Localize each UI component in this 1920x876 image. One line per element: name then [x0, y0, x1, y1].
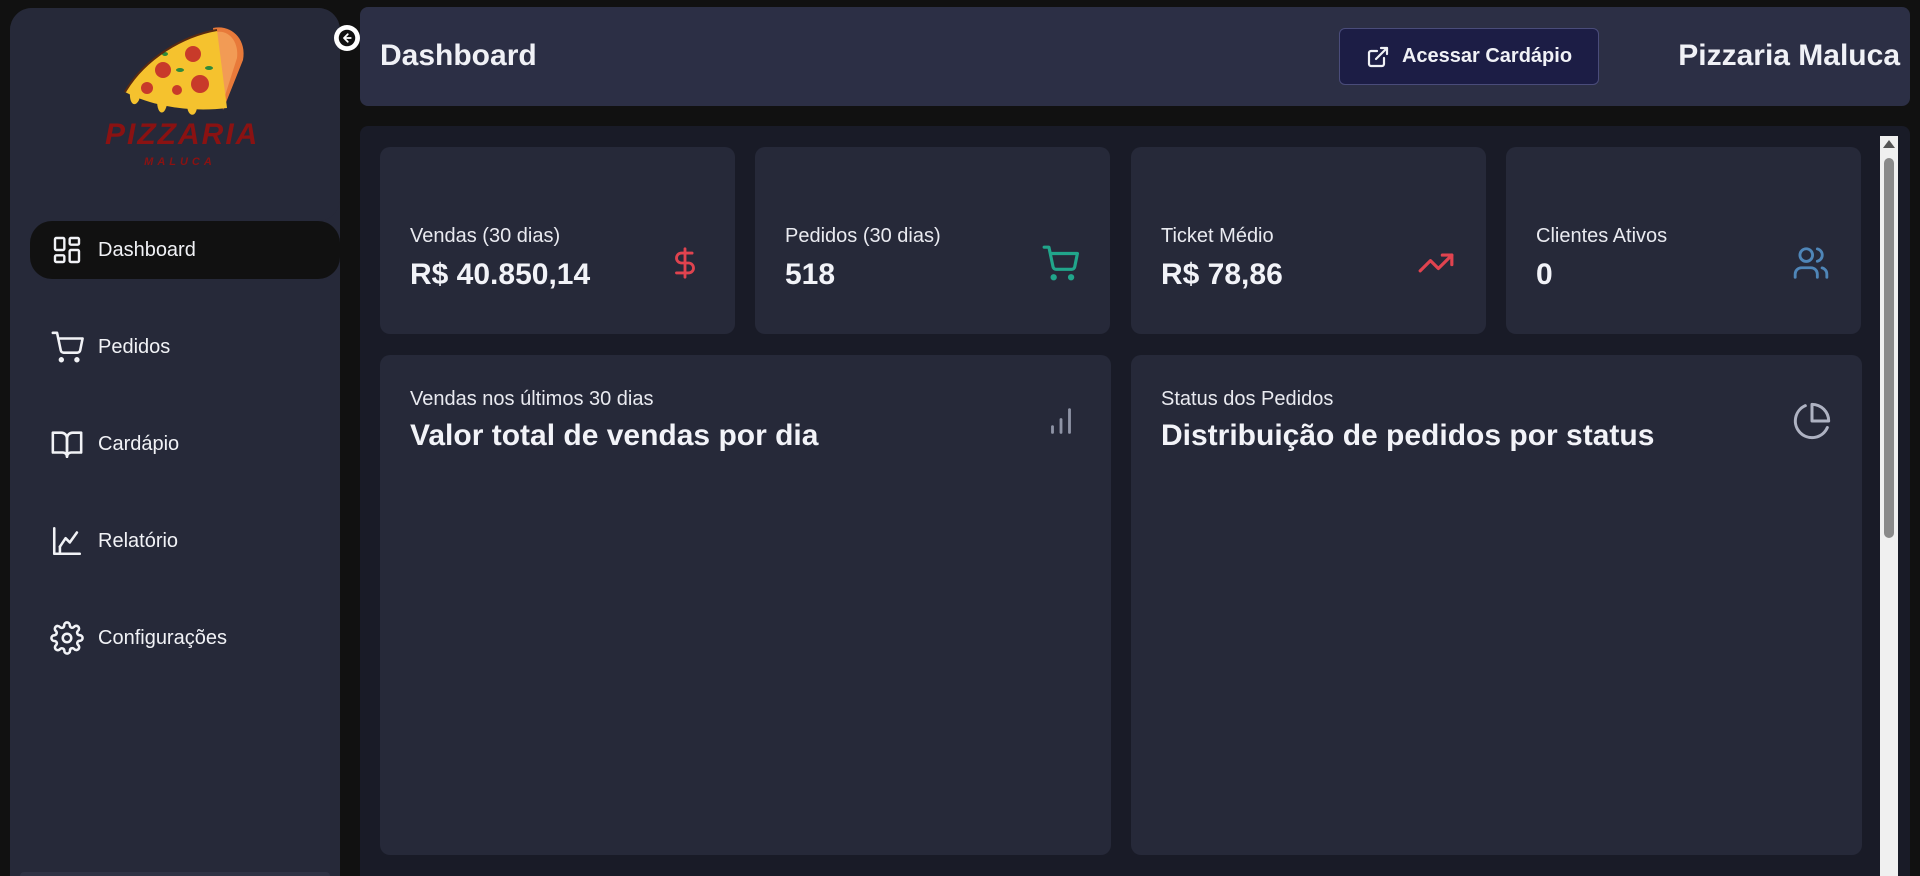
stat-card-vendas: Vendas (30 dias) R$ 40.850,14 [380, 147, 735, 334]
cart-icon [50, 330, 84, 364]
access-menu-label: Acessar Cardápio [1401, 45, 1573, 67]
stat-value: R$ 40.850,14 [410, 258, 591, 291]
cart-icon [1040, 243, 1080, 283]
dashboard-main: Vendas (30 dias) R$ 40.850,14 Pedidos (3… [360, 126, 1910, 876]
sales-chart-card: Vendas nos últimos 30 dias Valor total d… [380, 355, 1111, 855]
book-open-icon [50, 427, 84, 461]
logo-text-main: PIZZARIA [105, 118, 260, 151]
sidebar: PIZZARIA MALUCA Dashboard Pedidos Cardáp… [10, 8, 360, 876]
status-chart-card: Status dos Pedidos Distribuição de pedid… [1131, 355, 1862, 855]
bar-chart-icon [1041, 401, 1081, 441]
chart-subtitle: Status dos Pedidos [1161, 388, 1334, 410]
top-header: Dashboard Acessar Cardápio Pizzaria Malu… [360, 7, 1910, 106]
layout-dashboard-icon [50, 233, 84, 267]
sidebar-item-label: Configurações [98, 626, 227, 649]
access-menu-button[interactable]: Acessar Cardápio [1339, 28, 1599, 85]
sidebar-item-relatorio[interactable]: Relatório [10, 512, 340, 570]
stat-label: Vendas (30 dias) [410, 225, 561, 247]
stat-value: 0 [1536, 258, 1553, 291]
scrollbar-thumb[interactable] [1884, 158, 1894, 538]
trending-up-icon [1416, 243, 1456, 283]
gear-icon [50, 621, 84, 655]
sidebar-nav: Dashboard Pedidos Cardápio Relatório Con… [10, 221, 340, 667]
sidebar-item-dashboard[interactable]: Dashboard [30, 221, 340, 279]
arrow-left-icon [338, 29, 356, 47]
main-scrollbar[interactable] [1880, 136, 1898, 876]
stat-label: Clientes Ativos [1536, 225, 1668, 247]
users-icon [1791, 243, 1831, 283]
stat-card-clientes: Clientes Ativos 0 [1506, 147, 1861, 334]
scroll-up-arrow[interactable] [1883, 140, 1895, 148]
dollar-icon [665, 243, 705, 283]
brand-name: Pizzaria Maluca [1678, 39, 1900, 72]
stat-card-pedidos: Pedidos (30 dias) 518 [755, 147, 1110, 334]
collapse-sidebar-button[interactable] [334, 25, 360, 51]
sidebar-item-label: Pedidos [98, 335, 171, 358]
stat-label: Ticket Médio [1161, 225, 1274, 247]
sidebar-item-configuracoes[interactable]: Configurações [10, 609, 340, 667]
stat-value: 518 [785, 258, 836, 291]
logo-text-sub: MALUCA [144, 156, 216, 168]
chart-subtitle: Vendas nos últimos 30 dias [410, 388, 654, 410]
stat-value: R$ 78,86 [1161, 258, 1283, 291]
chart-icon [50, 524, 84, 558]
sidebar-item-pedidos[interactable]: Pedidos [10, 318, 340, 376]
sidebar-bottom-edge [20, 872, 330, 876]
page-title: Dashboard [380, 39, 537, 72]
stat-card-ticket: Ticket Médio R$ 78,86 [1131, 147, 1486, 334]
pie-chart-icon [1792, 401, 1832, 441]
pizzaria-logo[interactable]: PIZZARIA MALUCA [105, 20, 260, 175]
pizza-slice-icon [124, 27, 244, 115]
sidebar-item-label: Relatório [98, 529, 179, 552]
app-root: PIZZARIA MALUCA Dashboard Pedidos Cardáp… [0, 0, 1920, 876]
sidebar-item-label: Cardápio [98, 432, 180, 455]
sidebar-item-cardapio[interactable]: Cardápio [10, 415, 340, 473]
chart-title: Distribuição de pedidos por status [1161, 419, 1655, 452]
sidebar-logo-area: PIZZARIA MALUCA [10, 8, 340, 221]
stat-label: Pedidos (30 dias) [785, 225, 941, 247]
chart-title: Valor total de vendas por dia [410, 419, 819, 452]
sidebar-item-label: Dashboard [98, 238, 196, 261]
external-link-icon [1367, 46, 1389, 67]
